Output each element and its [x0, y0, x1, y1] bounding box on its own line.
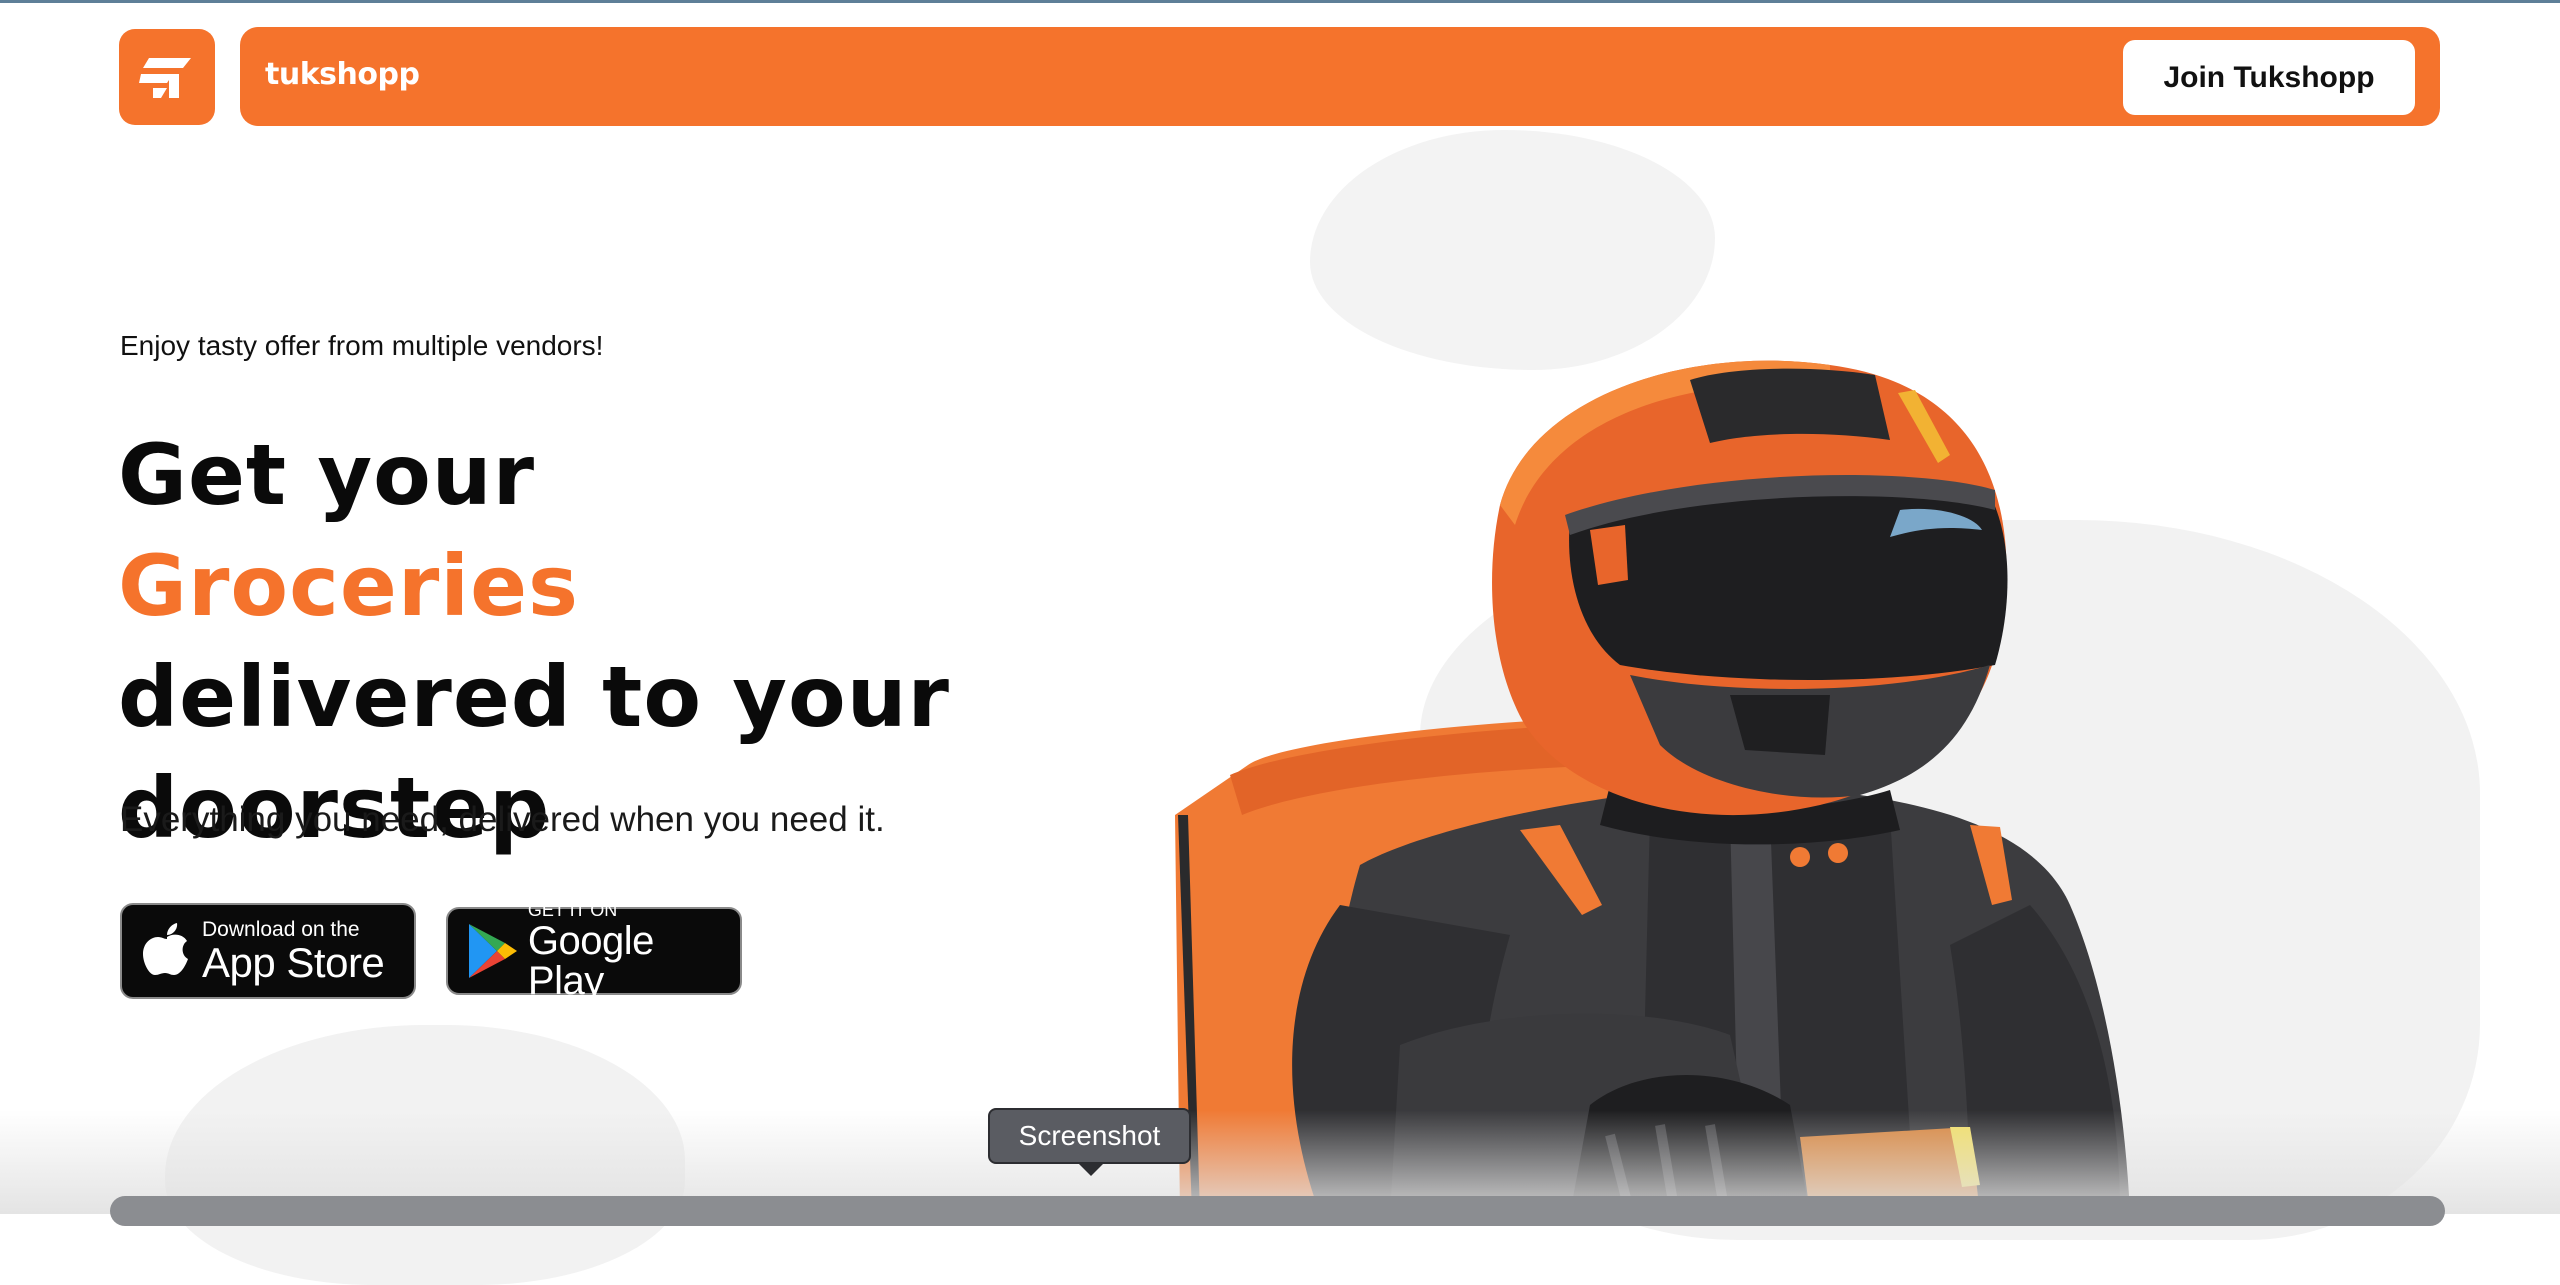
- background-blob: [1310, 130, 1715, 370]
- google-play-icon: [458, 922, 528, 980]
- logo-mark: [139, 58, 191, 98]
- hero-headline: Get your Groceries delivered to your doors…: [118, 420, 1018, 864]
- join-tukshopp-button[interactable]: Join Tukshopp: [2123, 40, 2415, 115]
- window-top-border: [0, 0, 2560, 3]
- hero-eyebrow: Enjoy tasty offer from multiple vendors!: [120, 330, 604, 361]
- delivery-rider-illustration: [1175, 360, 2130, 1214]
- brand-wordmark[interactable]: tukshopp: [265, 57, 420, 92]
- app-store-big-text: App Store: [202, 938, 385, 986]
- headline-accent: Groceries: [118, 537, 580, 635]
- headline-line2: delivered to your: [118, 648, 950, 746]
- logo-icon[interactable]: [119, 29, 215, 125]
- top-navbar: tukshopp Join Tukshopp: [240, 27, 2440, 126]
- hero-subheading: Everything you need, delivered when you …: [120, 800, 885, 839]
- headline-prefix: Get your: [118, 426, 536, 524]
- dock-bar[interactable]: [110, 1196, 2445, 1226]
- tooltip-arrow-icon: [1077, 1162, 1105, 1176]
- google-play-button[interactable]: GET IT ON Google Play: [446, 901, 742, 1001]
- screenshot-tooltip: Screenshot: [988, 1108, 1191, 1164]
- app-store-small-text: Download on the: [202, 917, 360, 941]
- app-store-button[interactable]: Download on the App Store: [120, 903, 416, 999]
- google-play-big-text: Google Play: [527, 919, 654, 1003]
- google-play-small-text: GET IT ON: [527, 900, 618, 920]
- apple-icon: [132, 923, 202, 979]
